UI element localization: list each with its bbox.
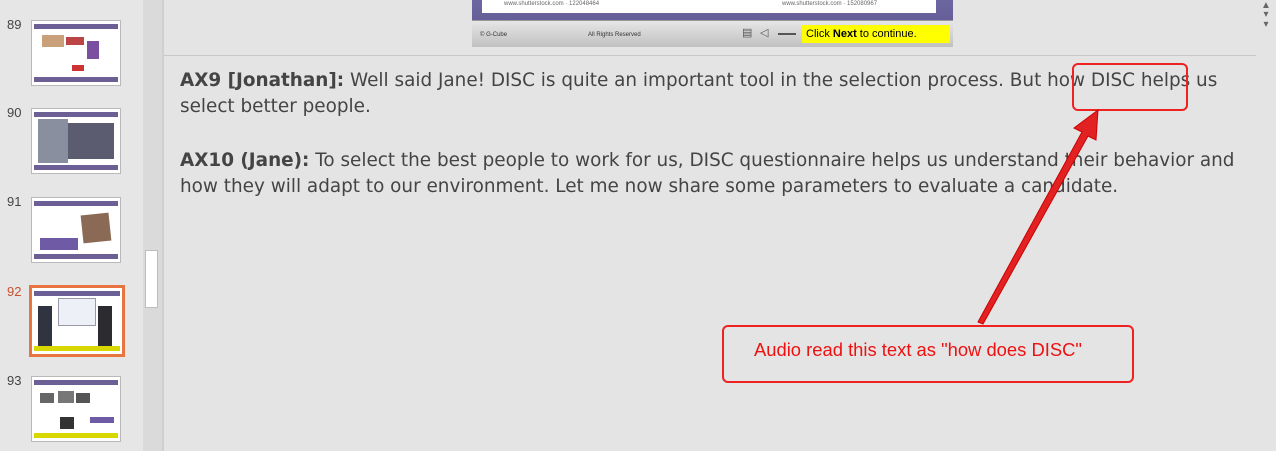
next-bold: Next (832, 28, 857, 40)
note-paragraph-ax10[interactable]: AX10 (Jane): To select the best people t… (180, 148, 1250, 200)
thumbnail-scrollbar-track[interactable] (143, 0, 162, 451)
slide-thumbnail-93[interactable] (31, 376, 121, 442)
player-icons: ▤ ◁ (738, 26, 798, 42)
slide-thumbnail-90[interactable] (31, 108, 121, 174)
player-control-bar: © G-Cube All Rights Reserved ▤ ◁ Click N… (472, 20, 953, 47)
slide-thumbnail-89[interactable] (31, 20, 121, 86)
slide-number-89: 89 (7, 17, 22, 32)
volume-slider[interactable] (778, 33, 796, 35)
volume-icon[interactable]: ◁ (760, 26, 768, 39)
slide-image-area: www.shutterstock.com · 122048464 www.shu… (482, 0, 936, 13)
pane-divider[interactable] (162, 0, 164, 451)
highlight-box (1072, 63, 1188, 111)
note-speaker: AX9 [Jonathan]: (180, 70, 345, 91)
image-credit-left: www.shutterstock.com · 122048464 (504, 1, 600, 7)
rights-label: All Rights Reserved (588, 32, 641, 38)
slide-number-91: 91 (7, 194, 22, 209)
next-suffix: to continue. (856, 28, 917, 40)
slide-number-92: 92 (7, 284, 22, 299)
slide-thumbnail-pane: 89 90 91 92 93 (0, 0, 143, 451)
next-instruction: Click Next to continue. (802, 25, 950, 43)
slide-thumbnail-92-selected[interactable] (29, 285, 125, 357)
slide-thumbnail-91[interactable] (31, 197, 121, 263)
thumbnail-scrollbar-thumb[interactable] (145, 250, 158, 308)
scroll-down-double-icon[interactable]: ▾ (1256, 19, 1276, 30)
note-text: To select the best people to work for us… (180, 150, 1235, 197)
brand-label: © G-Cube (480, 32, 508, 38)
slide-number-90: 90 (7, 105, 22, 120)
notes-icon[interactable]: ▤ (742, 26, 752, 39)
image-credit-right: www.shutterstock.com · 152080967 (782, 1, 878, 7)
slide-preview[interactable]: www.shutterstock.com · 122048464 www.shu… (472, 0, 953, 47)
callout-text: Audio read this text as "how does DISC" (754, 339, 1082, 360)
next-prefix: Click (806, 28, 833, 40)
slide-number-93: 93 (7, 373, 22, 388)
note-speaker: AX10 (Jane): (180, 150, 310, 171)
notes-scrollbar[interactable]: ▲ ▾ ▾ (1256, 0, 1276, 451)
notes-divider[interactable] (164, 55, 1256, 56)
